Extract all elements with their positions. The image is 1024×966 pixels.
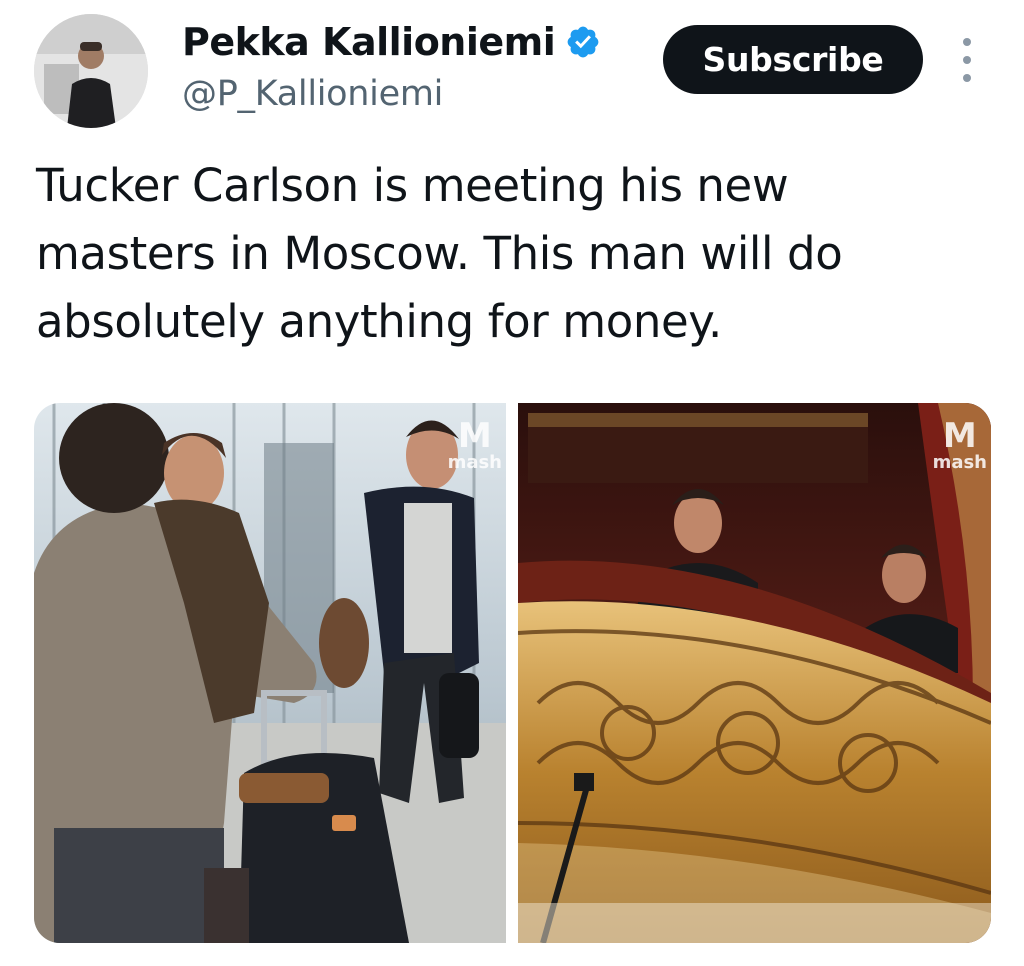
subscribe-button[interactable]: Subscribe bbox=[663, 25, 923, 94]
watermark-mark: M bbox=[942, 416, 977, 456]
airport-photo-image bbox=[34, 403, 506, 943]
watermark-logo: M mash bbox=[448, 419, 502, 473]
more-options-icon[interactable] bbox=[952, 38, 982, 82]
dot bbox=[963, 38, 971, 46]
dot bbox=[963, 74, 971, 82]
author-name-row: Pekka Kallioniemi bbox=[182, 18, 601, 66]
theater-photo-image bbox=[518, 403, 991, 943]
tweet-text: Tucker Carlson is meeting his new master… bbox=[36, 159, 843, 348]
watermark-text: mash bbox=[447, 452, 502, 473]
watermark-logo: M mash bbox=[933, 419, 987, 473]
dot bbox=[963, 56, 971, 64]
verified-badge-icon bbox=[567, 26, 599, 58]
author-block: Pekka Kallioniemi @P_Kallioniemi bbox=[182, 18, 601, 114]
watermark-mark: M bbox=[457, 416, 492, 456]
tweet-card: Pekka Kallioniemi @P_Kallioniemi Subscri… bbox=[0, 0, 1024, 966]
watermark-text: mash bbox=[932, 452, 987, 473]
media-grid: M mash M mash bbox=[34, 403, 991, 943]
media-photo-airport[interactable]: M mash bbox=[34, 403, 506, 943]
media-photo-theater[interactable]: M mash bbox=[518, 403, 991, 943]
display-name[interactable]: Pekka Kallioniemi bbox=[182, 20, 556, 64]
avatar-photo bbox=[34, 14, 148, 128]
avatar[interactable] bbox=[34, 14, 148, 128]
handle[interactable]: @P_Kallioniemi bbox=[182, 74, 601, 114]
